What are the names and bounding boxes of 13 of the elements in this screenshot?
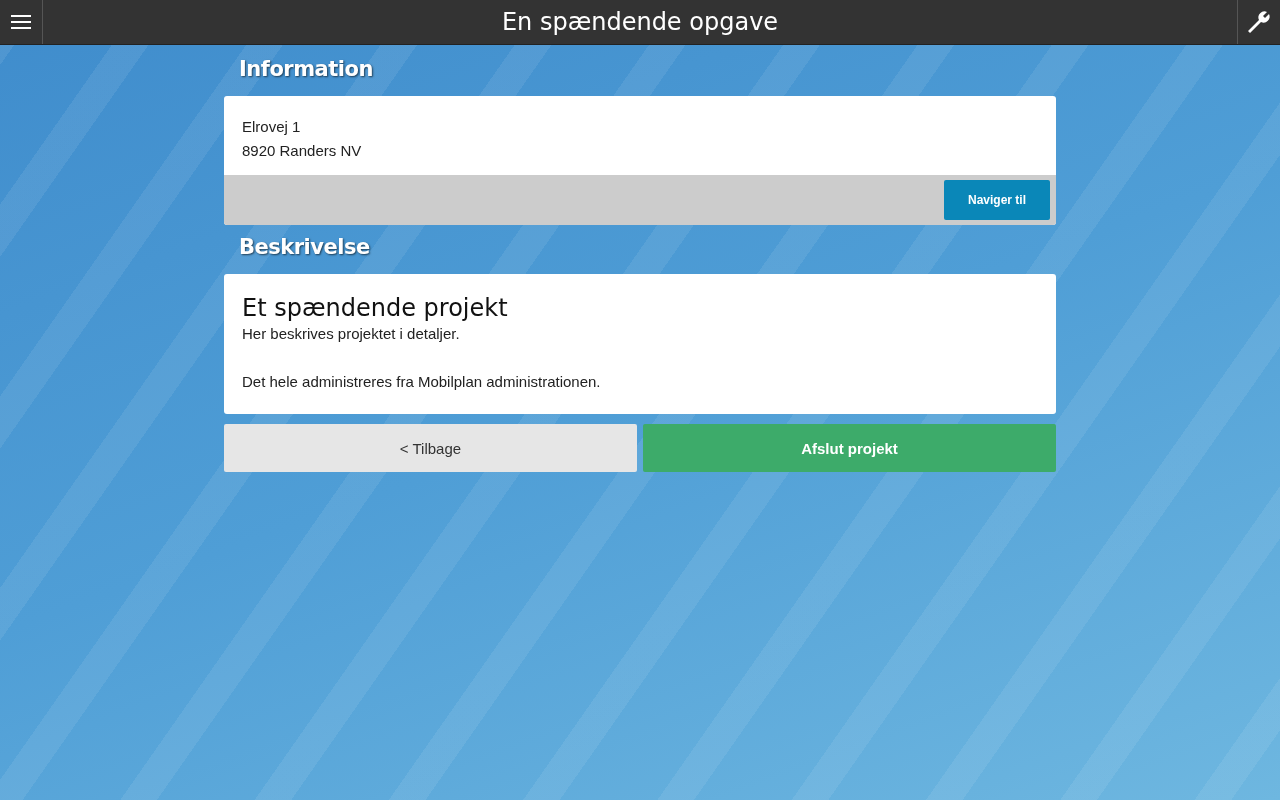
description-text: Her beskrives projektet i detaljer. <box>242 324 461 344</box>
page-title: En spændende opgave <box>500 7 780 38</box>
wrench-icon <box>1246 9 1272 35</box>
address-line: Elrovej 1 <box>242 117 302 137</box>
finish-project-button[interactable]: Afslut projekt <box>643 424 1056 472</box>
menu-icon <box>11 14 31 30</box>
navigate-button[interactable]: Naviger til <box>944 180 1050 220</box>
project-title: Et spændende projekt <box>242 294 509 322</box>
section-heading: Information <box>238 57 374 83</box>
description-text: Det hele administreres fra Mobilplan administrationen. <box>242 372 602 392</box>
address-line: 8920 Randers NV <box>242 141 363 161</box>
back-button[interactable]: < Tilbage <box>224 424 637 472</box>
section-heading: Beskrivelse <box>238 235 371 261</box>
